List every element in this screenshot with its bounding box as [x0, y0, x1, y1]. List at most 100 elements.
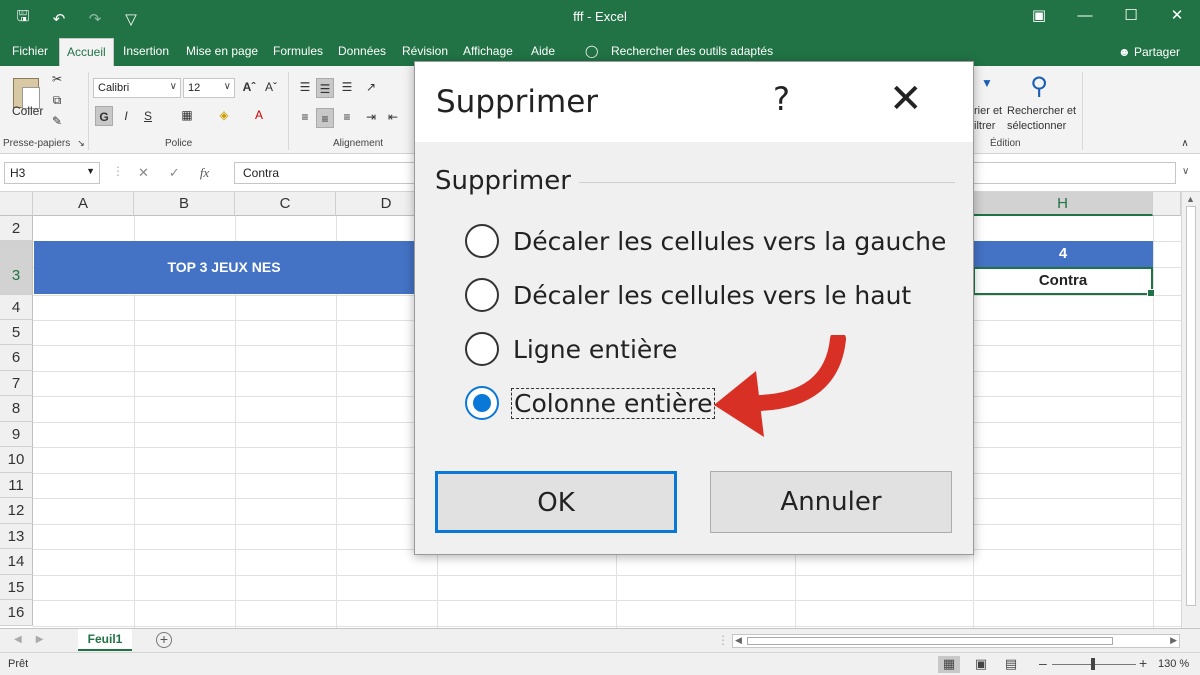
option-shift-up[interactable]: Décaler les cellules vers le haut — [465, 275, 913, 315]
radio-entire-column[interactable] — [465, 386, 499, 420]
row-header-8[interactable]: 8 — [0, 396, 33, 422]
add-sheet-icon[interactable]: + — [156, 632, 172, 648]
row-header-16[interactable]: 16 — [0, 600, 33, 626]
zoom-level[interactable]: 130 % — [1158, 658, 1189, 670]
column-header-c[interactable]: C — [235, 192, 336, 216]
normal-view-icon[interactable]: ▦ — [938, 656, 960, 673]
sort-filter-icon[interactable]: ▼ — [978, 76, 996, 90]
tab-accueil[interactable]: Accueil — [59, 38, 114, 66]
close-window-icon[interactable]: ✕ — [1154, 0, 1200, 34]
tell-me-search[interactable]: Rechercher des outils adaptés — [611, 44, 773, 58]
tab-formules[interactable]: Formules — [273, 44, 323, 58]
scroll-thumb[interactable] — [747, 637, 1113, 645]
row-header-10[interactable]: 10 — [0, 447, 33, 473]
decrease-font-icon[interactable]: Aˇ — [262, 80, 280, 94]
find-select-label-2[interactable]: sélectionner — [1007, 120, 1066, 132]
option-entire-row[interactable]: Ligne entière — [465, 329, 679, 369]
close-icon[interactable]: ✕ — [889, 76, 923, 122]
scroll-left-icon[interactable]: ◀ — [735, 635, 742, 646]
increase-font-icon[interactable]: Aˆ — [240, 80, 258, 94]
italic-button[interactable]: I — [117, 106, 135, 126]
tab-revision[interactable]: Révision — [402, 44, 448, 58]
tab-aide[interactable]: Aide — [531, 44, 555, 58]
row-header-4[interactable]: 4 — [0, 295, 33, 320]
tab-mise-en-page[interactable]: Mise en page — [186, 44, 258, 58]
page-layout-icon[interactable]: ▣ — [970, 656, 992, 673]
radio-shift-left[interactable] — [465, 224, 499, 258]
column-header-next[interactable] — [1153, 192, 1181, 216]
next-sheet-icon[interactable]: ▶ — [36, 634, 44, 645]
row-header-2[interactable]: 2 — [0, 216, 33, 241]
ribbon-display-icon[interactable]: ▣ — [1016, 0, 1062, 34]
scroll-up-icon[interactable]: ▲ — [1186, 194, 1195, 204]
orientation-icon[interactable]: ↗ — [362, 80, 380, 94]
indent-icon[interactable]: ⇥ — [362, 110, 380, 124]
outdent-icon[interactable]: ⇤ — [384, 110, 402, 124]
insert-function-icon[interactable]: fx — [200, 165, 209, 181]
tab-fichier[interactable]: Fichier — [12, 44, 48, 58]
expand-formula-icon[interactable]: ∨ — [1182, 166, 1189, 177]
name-box[interactable]: H3 ▼ — [4, 162, 100, 184]
ok-button[interactable]: OK — [435, 471, 677, 533]
cell-h2[interactable]: 4 — [973, 241, 1153, 267]
help-icon[interactable]: ? — [773, 80, 790, 118]
tab-donnees[interactable]: Données — [338, 44, 386, 58]
font-color-icon[interactable]: A — [250, 108, 268, 122]
column-header-b[interactable]: B — [134, 192, 235, 216]
sort-filter-label-1[interactable]: rier et — [974, 105, 1002, 117]
column-header-h[interactable]: H — [973, 192, 1153, 216]
row-header-3[interactable]: 3 — [0, 241, 33, 295]
copy-icon[interactable]: ⧉ — [48, 93, 66, 108]
font-size-select[interactable]: 12 ∨ — [183, 78, 235, 98]
zoom-in-icon[interactable]: + — [1139, 655, 1147, 671]
align-center-icon[interactable]: ≡ — [316, 108, 334, 128]
row-header-5[interactable]: 5 — [0, 320, 33, 345]
align-bottom-icon[interactable]: ☰ — [338, 80, 356, 94]
enter-icon[interactable]: ✓ — [169, 165, 180, 181]
cancel-button[interactable]: Annuler — [710, 471, 952, 533]
align-right-icon[interactable]: ≡ — [338, 110, 356, 124]
radio-shift-up[interactable] — [465, 278, 499, 312]
minimize-icon[interactable]: — — [1062, 0, 1108, 34]
cancel-icon[interactable]: ✕ — [138, 165, 149, 181]
scroll-right-icon[interactable]: ▶ — [1170, 635, 1177, 646]
prev-sheet-icon[interactable]: ◀ — [14, 634, 22, 645]
radio-entire-row[interactable] — [465, 332, 499, 366]
tab-affichage[interactable]: Affichage — [463, 44, 513, 58]
font-name-select[interactable]: Calibri ∨ — [93, 78, 181, 98]
row-header-12[interactable]: 12 — [0, 498, 33, 524]
horizontal-scrollbar[interactable]: ◀ ▶ — [732, 634, 1180, 648]
align-middle-icon[interactable]: ☰ — [316, 78, 334, 98]
active-cell-h3[interactable]: Contra — [973, 267, 1155, 297]
select-all-corner[interactable] — [0, 192, 33, 216]
merged-banner-cell[interactable]: TOP 3 JEUX NES — [34, 241, 414, 294]
row-header-6[interactable]: 6 — [0, 345, 33, 371]
align-left-icon[interactable]: ≡ — [296, 110, 314, 124]
cut-icon[interactable]: ✂ — [48, 72, 66, 86]
fill-color-icon[interactable]: ◈ — [215, 108, 233, 122]
borders-icon[interactable]: ▦ — [178, 108, 196, 122]
paste-label[interactable]: Coller — [12, 104, 43, 118]
row-header-11[interactable]: 11 — [0, 473, 33, 498]
row-header-7[interactable]: 7 — [0, 371, 33, 396]
vertical-scrollbar[interactable]: ▲ — [1181, 192, 1200, 628]
sort-filter-label-2[interactable]: iltrer — [974, 120, 995, 132]
zoom-slider-thumb[interactable] — [1091, 658, 1095, 670]
underline-button[interactable]: S — [139, 106, 157, 126]
collapse-ribbon-icon[interactable]: ∧ — [1176, 138, 1194, 149]
option-entire-column[interactable]: Colonne entière — [465, 383, 716, 423]
find-icon[interactable]: ⚲ — [1030, 72, 1048, 101]
zoom-out-icon[interactable]: – — [1039, 655, 1047, 671]
option-shift-left[interactable]: Décaler les cellules vers la gauche — [465, 221, 948, 261]
format-painter-icon[interactable]: ✎ — [48, 114, 66, 128]
sheet-tab-feuil1[interactable]: Feuil1 — [78, 629, 132, 651]
align-top-icon[interactable]: ☰ — [296, 80, 314, 94]
tab-insertion[interactable]: Insertion — [123, 44, 169, 58]
row-header-14[interactable]: 14 — [0, 549, 33, 575]
scroll-thumb[interactable] — [1186, 206, 1196, 606]
share-button[interactable]: ☻ Partager — [1118, 45, 1180, 59]
bold-button[interactable]: G — [95, 106, 113, 126]
row-header-9[interactable]: 9 — [0, 422, 33, 447]
page-break-icon[interactable]: ▤ — [1000, 656, 1022, 673]
maximize-icon[interactable]: ☐ — [1108, 0, 1154, 34]
